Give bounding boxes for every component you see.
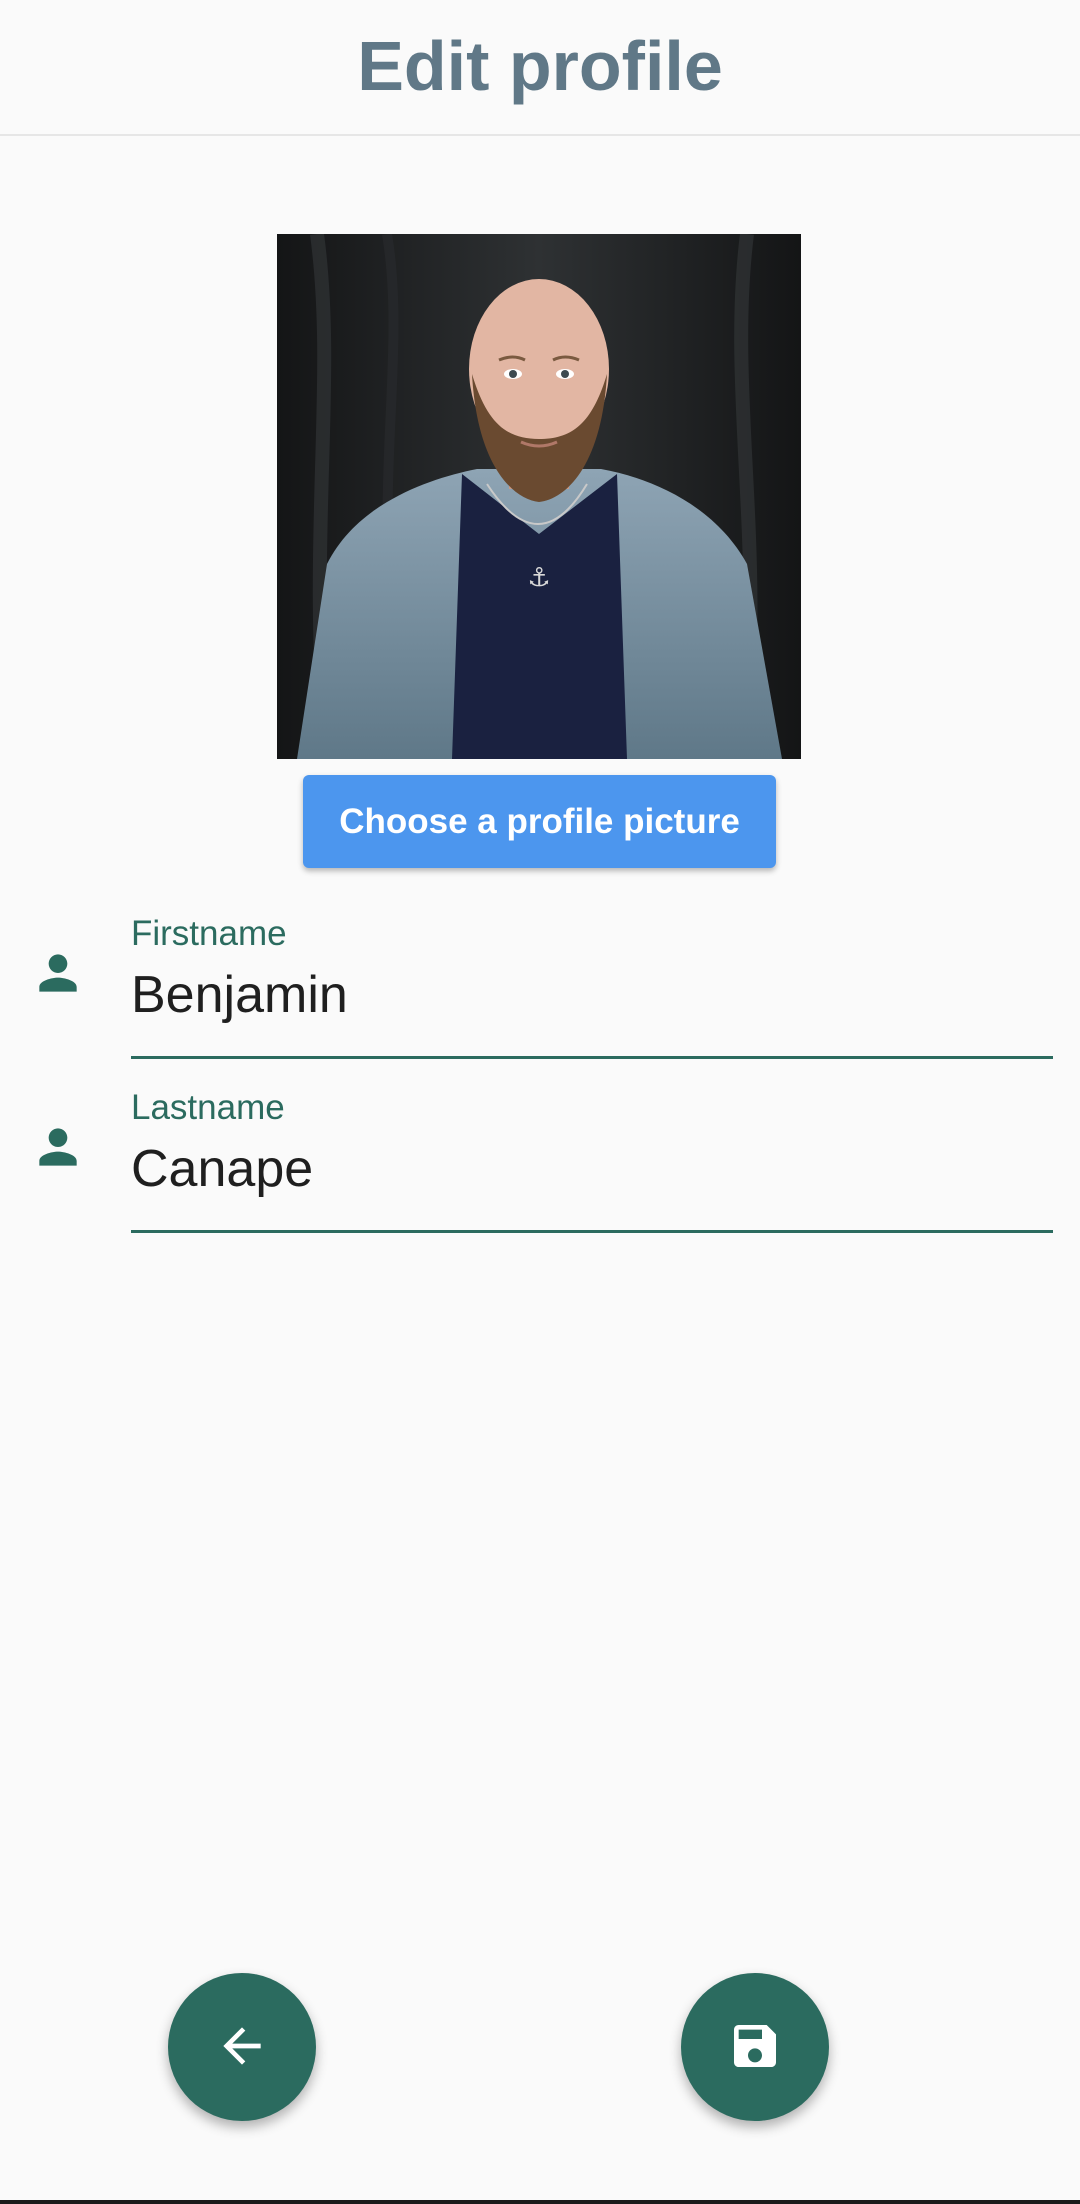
lastname-label: Lastname — [131, 1088, 285, 1127]
save-button[interactable] — [681, 1973, 829, 2121]
profile-photo: ⚓ — [277, 234, 801, 759]
app-bar: Edit profile — [0, 0, 1080, 136]
save-icon — [727, 2018, 783, 2077]
profile-photo-image: ⚓ — [277, 234, 801, 759]
choose-profile-picture-button[interactable]: Choose a profile picture — [303, 775, 776, 868]
lastname-field[interactable]: Lastname — [0, 1079, 1080, 1233]
arrow-back-icon — [214, 2018, 270, 2077]
firstname-field[interactable]: Firstname — [0, 905, 1080, 1059]
firstname-input[interactable] — [131, 965, 1051, 1025]
bottom-edge — [0, 2200, 1080, 2204]
person-icon — [30, 1119, 86, 1175]
firstname-label: Firstname — [131, 914, 287, 953]
lastname-input[interactable] — [131, 1139, 1051, 1199]
back-button[interactable] — [168, 1973, 316, 2121]
firstname-underline — [131, 1056, 1053, 1059]
person-icon — [30, 945, 86, 1001]
lastname-underline — [131, 1230, 1053, 1233]
svg-text:⚓: ⚓ — [527, 563, 550, 593]
page-title: Edit profile — [357, 27, 723, 105]
